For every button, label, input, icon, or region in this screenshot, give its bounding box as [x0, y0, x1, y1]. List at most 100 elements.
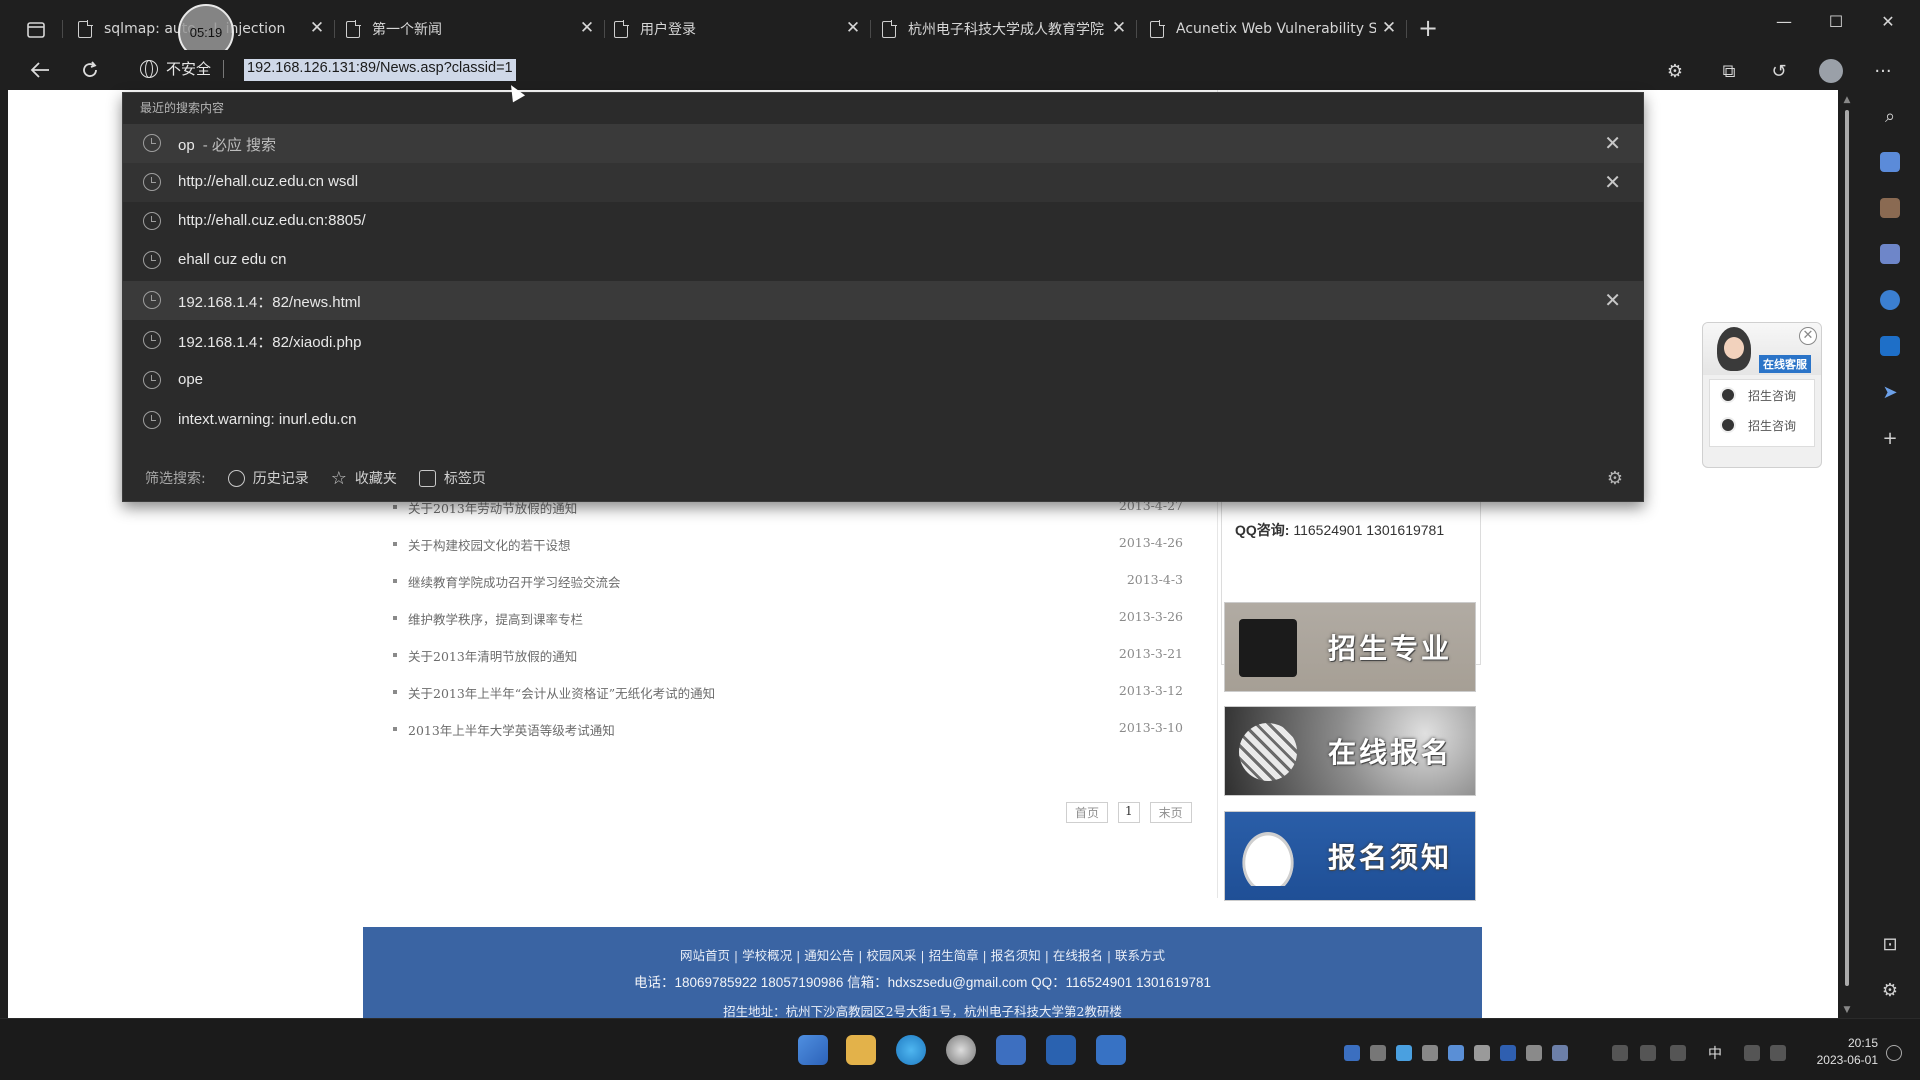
scroll-up-icon[interactable]: ▲ — [1842, 96, 1852, 105]
enrollment-majors-banner[interactable]: 招生专业 — [1224, 602, 1476, 692]
chrome-button[interactable] — [946, 1035, 976, 1065]
refresh-icon — [83, 61, 97, 77]
refresh-button[interactable] — [76, 56, 104, 84]
page-scrollbar[interactable]: ▲ ▼ — [1842, 96, 1852, 1015]
notification-icon[interactable] — [1886, 1045, 1902, 1061]
list-item[interactable]: 维护教学秩序，提高到课率专栏 2013-3-26 — [393, 603, 1183, 640]
network-icon[interactable] — [1744, 1045, 1760, 1061]
tab-acunetix[interactable]: Acunetix Web Vulnerability Scar ✕ — [1150, 12, 1398, 46]
tab-first-news[interactable]: 第一个新闻 ✕ — [346, 12, 596, 46]
collections-button[interactable]: ⧉ — [1714, 56, 1744, 86]
new-tab-button[interactable]: + — [1418, 14, 1438, 42]
list-item[interactable]: 2013年上半年大学英语等级考试通知 2013-3-10 — [393, 714, 1183, 751]
first-page-link[interactable]: 首页 — [1066, 802, 1109, 823]
close-icon[interactable]: ✕ — [578, 18, 596, 38]
close-icon[interactable]: ✕ — [844, 18, 862, 38]
outlook-button[interactable] — [1876, 332, 1904, 360]
online-registration-banner[interactable]: 在线报名 — [1224, 706, 1476, 796]
tray-app-icon[interactable] — [1612, 1045, 1628, 1061]
send-button[interactable]: ➤ — [1876, 378, 1904, 406]
news-title[interactable]: 关于2013年上半年“会计从业资格证”无纸化考试的通知 — [408, 683, 715, 702]
hide-sidebar-button[interactable]: ⊡ — [1876, 930, 1904, 958]
consult-link[interactable]: 招生咨询 — [1710, 380, 1814, 410]
sidebar-settings-button[interactable]: ⚙ — [1876, 976, 1904, 1004]
close-icon[interactable]: ✕ — [1380, 18, 1398, 38]
file-explorer-button[interactable] — [846, 1035, 876, 1065]
suggestion-item[interactable]: http://ehall.cuz.edu.cn:8805/ — [123, 202, 1643, 241]
suggestion-item[interactable]: 192.168.1.4：82/news.html ✕ — [123, 281, 1643, 320]
consult-link[interactable]: 招生咨询 — [1710, 410, 1814, 440]
list-item[interactable]: 继续教育学院成功召开学习经验交流会 2013-4-3 — [393, 566, 1183, 603]
suggestion-item[interactable]: ehall cuz edu cn — [123, 241, 1643, 280]
system-clock[interactable]: 20:15 2023-06-01 — [1817, 1035, 1878, 1069]
app-button[interactable] — [1096, 1035, 1126, 1065]
news-title[interactable]: 维护教学秩序，提高到课率专栏 — [408, 609, 583, 628]
close-icon[interactable]: ✕ — [1799, 327, 1817, 345]
edge-button[interactable] — [896, 1035, 926, 1065]
footer-links[interactable]: 网站首页 | 学校概况 | 通知公告 | 校园风采 | 招生简章 | 报名须知 … — [363, 945, 1482, 964]
microphone-icon[interactable] — [1670, 1045, 1686, 1061]
history-button[interactable]: ↺ — [1764, 56, 1794, 86]
more-menu-button[interactable]: ··· — [1868, 56, 1898, 86]
games-button[interactable] — [1876, 240, 1904, 268]
search-button[interactable]: ⌕ — [1876, 102, 1904, 130]
close-icon[interactable]: ✕ — [1110, 18, 1128, 38]
usb-icon[interactable] — [1640, 1045, 1656, 1061]
scroll-thumb[interactable] — [1845, 110, 1849, 986]
clock-time: 20:15 — [1847, 1036, 1878, 1050]
virtual-machine-button[interactable] — [996, 1035, 1026, 1065]
ime-indicator[interactable]: 中 — [1708, 1043, 1722, 1063]
filter-tabs-button[interactable]: 标签页 — [418, 468, 486, 488]
site-security-indicator[interactable]: 不安全 — [140, 58, 225, 79]
tools-button[interactable] — [1876, 194, 1904, 222]
suggestion-item[interactable]: http://ehall.cuz.edu.cn wsdl ✕ — [123, 163, 1643, 202]
filter-history-button[interactable]: 历史记录 — [227, 468, 309, 488]
tab-actions-button[interactable] — [22, 18, 50, 42]
list-item[interactable]: 关于构建校园文化的若干设想 2013-4-26 — [393, 529, 1183, 566]
tab-college[interactable]: 杭州电子科技大学成人教育学院 ✕ — [882, 12, 1128, 46]
start-button[interactable] — [798, 1035, 828, 1065]
suggestion-item[interactable]: ope — [123, 361, 1643, 400]
remove-suggestion-icon[interactable]: ✕ — [1604, 170, 1621, 194]
app-button[interactable] — [1046, 1035, 1076, 1065]
tab-user-login[interactable]: 用户登录 ✕ — [614, 12, 862, 46]
minimize-button[interactable]: — — [1764, 12, 1804, 31]
registration-notice-banner[interactable]: 报名须知 — [1224, 811, 1476, 901]
current-page[interactable]: 1 — [1118, 802, 1140, 823]
list-item[interactable]: 关于2013年上半年“会计从业资格证”无纸化考试的通知 2013-3-12 — [393, 677, 1183, 714]
tray-shield-icon[interactable] — [1396, 1045, 1412, 1061]
list-item[interactable]: 关于2013年清明节放假的通知 2013-3-21 — [393, 640, 1183, 677]
tray-app-icon[interactable] — [1422, 1045, 1438, 1061]
remove-suggestion-icon[interactable]: ✕ — [1604, 288, 1621, 312]
add-sidebar-app-button[interactable]: + — [1876, 424, 1904, 452]
tray-app-icon[interactable] — [1344, 1045, 1360, 1061]
maximize-button[interactable]: ☐ — [1816, 12, 1856, 31]
tray-app-icon[interactable] — [1526, 1045, 1542, 1061]
profile-button[interactable] — [1816, 56, 1846, 86]
close-icon[interactable]: ✕ — [308, 18, 326, 38]
news-title[interactable]: 关于2013年清明节放假的通知 — [408, 646, 577, 665]
news-title[interactable]: 关于构建校园文化的若干设想 — [408, 535, 571, 554]
tray-app-icon[interactable] — [1370, 1045, 1386, 1061]
address-bar-input[interactable]: 192.168.126.131:89/News.asp?classid=1 — [244, 59, 516, 81]
gear-icon[interactable]: ⚙ — [1607, 468, 1623, 489]
suggestion-item[interactable]: intext.warning: inurl.edu.cn — [123, 401, 1643, 440]
tray-app-icon[interactable] — [1500, 1045, 1516, 1061]
close-window-button[interactable]: ✕ — [1868, 12, 1908, 31]
suggestion-item[interactable]: op - 必应 搜索 ✕ — [123, 124, 1643, 163]
news-title[interactable]: 继续教育学院成功召开学习经验交流会 — [408, 572, 621, 591]
extensions-button[interactable]: ⚙ — [1660, 56, 1690, 86]
tray-app-icon[interactable] — [1474, 1045, 1490, 1061]
news-title[interactable]: 2013年上半年大学英语等级考试通知 — [408, 720, 615, 739]
scroll-down-icon[interactable]: ▼ — [1842, 1006, 1852, 1015]
volume-icon[interactable] — [1770, 1045, 1786, 1061]
suggestion-item[interactable]: 192.168.1.4：82/xiaodi.php — [123, 321, 1643, 360]
tray-app-icon[interactable] — [1448, 1045, 1464, 1061]
filter-favorites-button[interactable]: ☆ 收藏夹 — [331, 468, 397, 488]
last-page-link[interactable]: 末页 — [1149, 802, 1192, 823]
remove-suggestion-icon[interactable]: ✕ — [1604, 131, 1621, 155]
microsoft-365-button[interactable] — [1876, 286, 1904, 314]
tray-app-icon[interactable] — [1552, 1045, 1568, 1061]
back-button[interactable] — [26, 56, 54, 84]
shopping-button[interactable] — [1876, 148, 1904, 176]
